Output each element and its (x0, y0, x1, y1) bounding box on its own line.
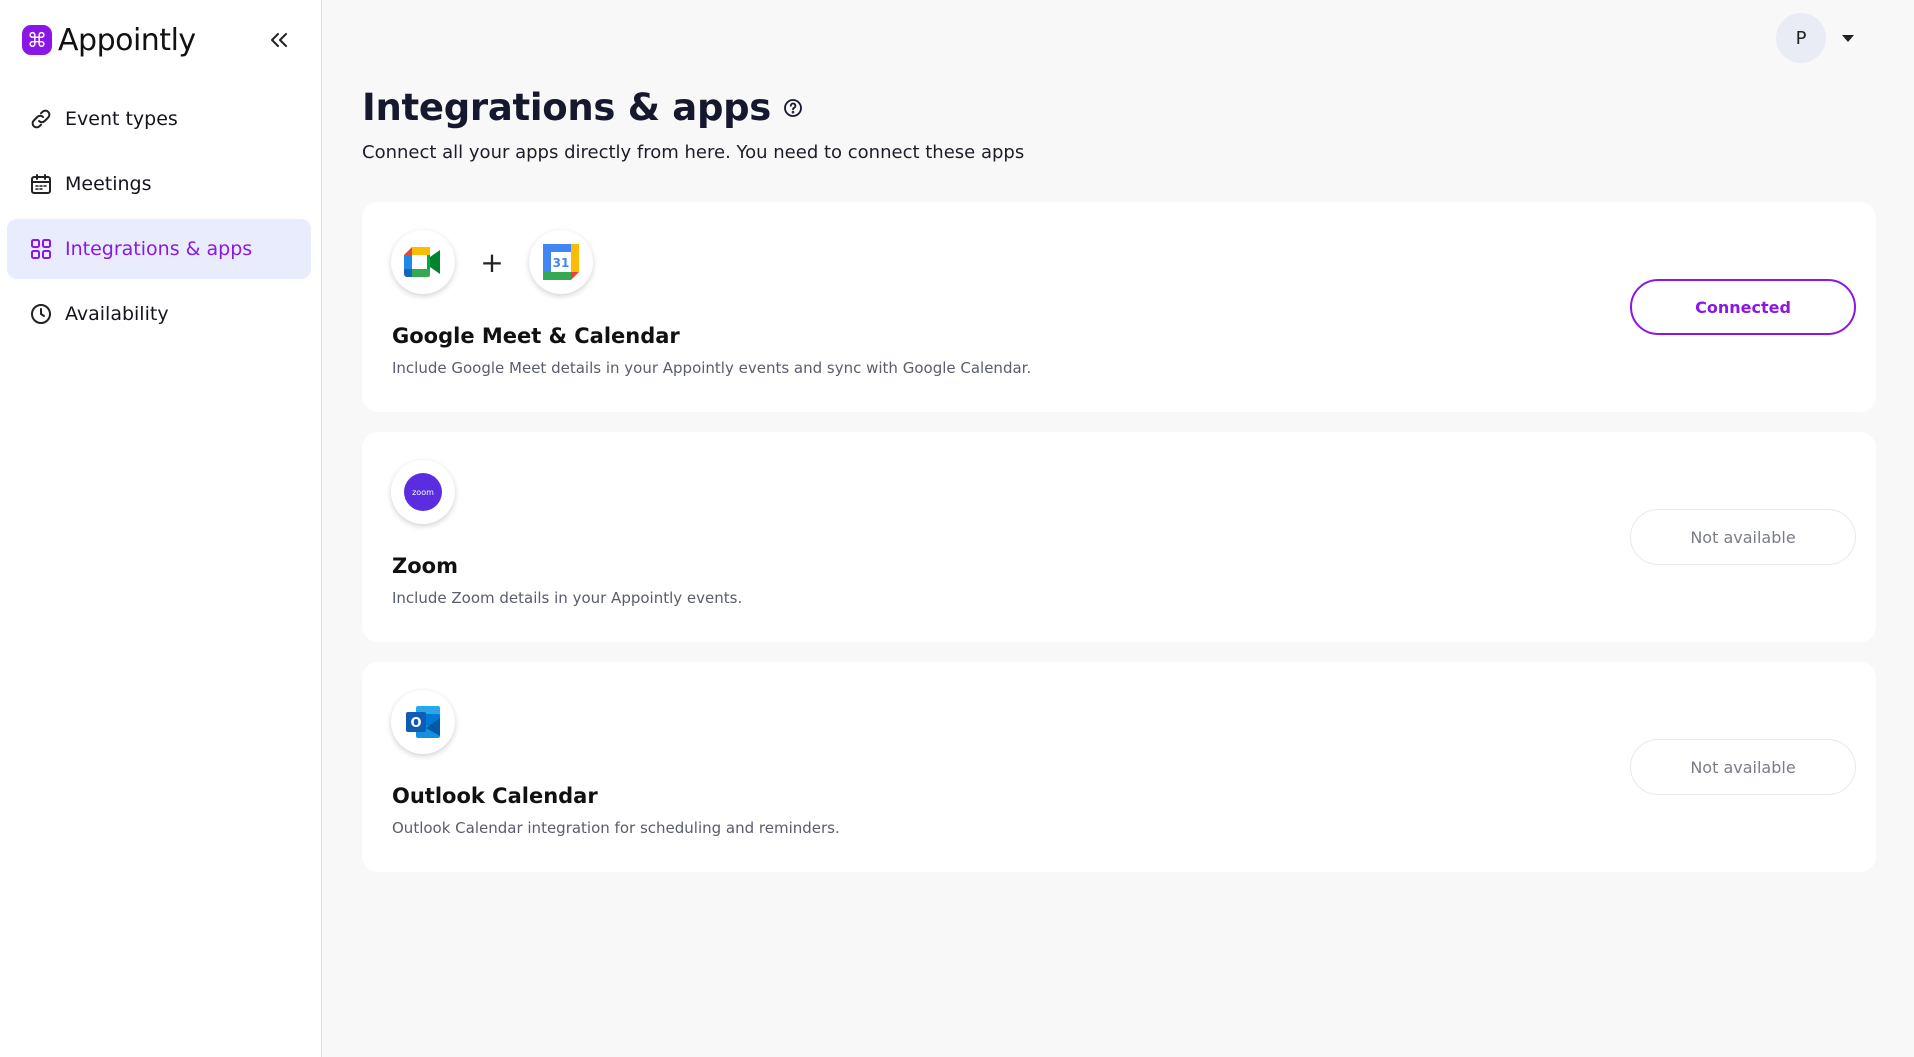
outlook-letter: O (410, 716, 421, 731)
collapse-sidebar-button[interactable] (262, 24, 296, 56)
brand[interactable]: ⌘ Appointly (22, 22, 196, 58)
integration-title: Outlook Calendar (392, 784, 598, 808)
link-icon (28, 106, 54, 132)
zoom-wordmark: zoom (412, 488, 434, 497)
sidebar-item-meetings[interactable]: Meetings (7, 154, 311, 214)
not-available-button[interactable]: Not available (1630, 509, 1856, 565)
plus-sign: + (480, 245, 504, 279)
calendar-day: 31 (553, 256, 570, 270)
account-menu[interactable]: P (1776, 13, 1854, 63)
page-title: Integrations & apps (362, 86, 772, 129)
integration-icons: O (391, 690, 455, 754)
sidebar-item-label: Availability (65, 303, 169, 325)
sidebar-item-availability[interactable]: Availability (7, 284, 311, 344)
brand-logo-icon: ⌘ (22, 25, 52, 55)
grid-icon (28, 236, 54, 262)
calendar-icon (28, 171, 54, 197)
sidebar-item-label: Meetings (65, 173, 152, 195)
page-subtitle: Connect all your apps directly from here… (362, 142, 1025, 163)
integration-title: Google Meet & Calendar (392, 324, 680, 348)
google-meet-icon (391, 230, 455, 294)
brand-name: Appointly (58, 22, 196, 58)
integration-card-google: + 31 Google Meet & Calendar Include Goog… (362, 202, 1876, 412)
integration-description: Outlook Calendar integration for schedul… (392, 819, 840, 837)
sidebar-item-label: Integrations & apps (65, 238, 253, 260)
integration-title: Zoom (392, 554, 458, 578)
integration-card-zoom: zoom Zoom Include Zoom details in your A… (362, 432, 1876, 642)
sidebar-item-label: Event types (65, 108, 178, 130)
caret-down-icon (1842, 34, 1854, 42)
google-calendar-icon: 31 (529, 230, 593, 294)
page-heading: Integrations & apps (362, 86, 803, 129)
outlook-icon: O (391, 690, 455, 754)
double-chevron-left-icon (271, 33, 287, 47)
sidebar-nav: Event types Meetings Integrations & apps… (7, 89, 311, 349)
integration-description: Include Zoom details in your Appointly e… (392, 589, 743, 607)
integration-icons: zoom (391, 460, 455, 524)
integration-card-outlook: O Outlook Calendar Outlook Calendar inte… (362, 662, 1876, 872)
not-available-button[interactable]: Not available (1630, 739, 1856, 795)
zoom-icon: zoom (391, 460, 455, 524)
integration-icons: + 31 (391, 230, 593, 294)
sidebar-item-integrations[interactable]: Integrations & apps (7, 219, 311, 279)
clock-icon (28, 301, 54, 327)
integration-description: Include Google Meet details in your Appo… (392, 359, 1032, 377)
sidebar-item-event-types[interactable]: Event types (7, 89, 311, 149)
connected-button[interactable]: Connected (1630, 279, 1856, 335)
help-icon[interactable] (783, 98, 803, 118)
sidebar: ⌘ Appointly Event types Meetings Integra… (0, 0, 322, 1057)
avatar[interactable]: P (1776, 13, 1826, 63)
